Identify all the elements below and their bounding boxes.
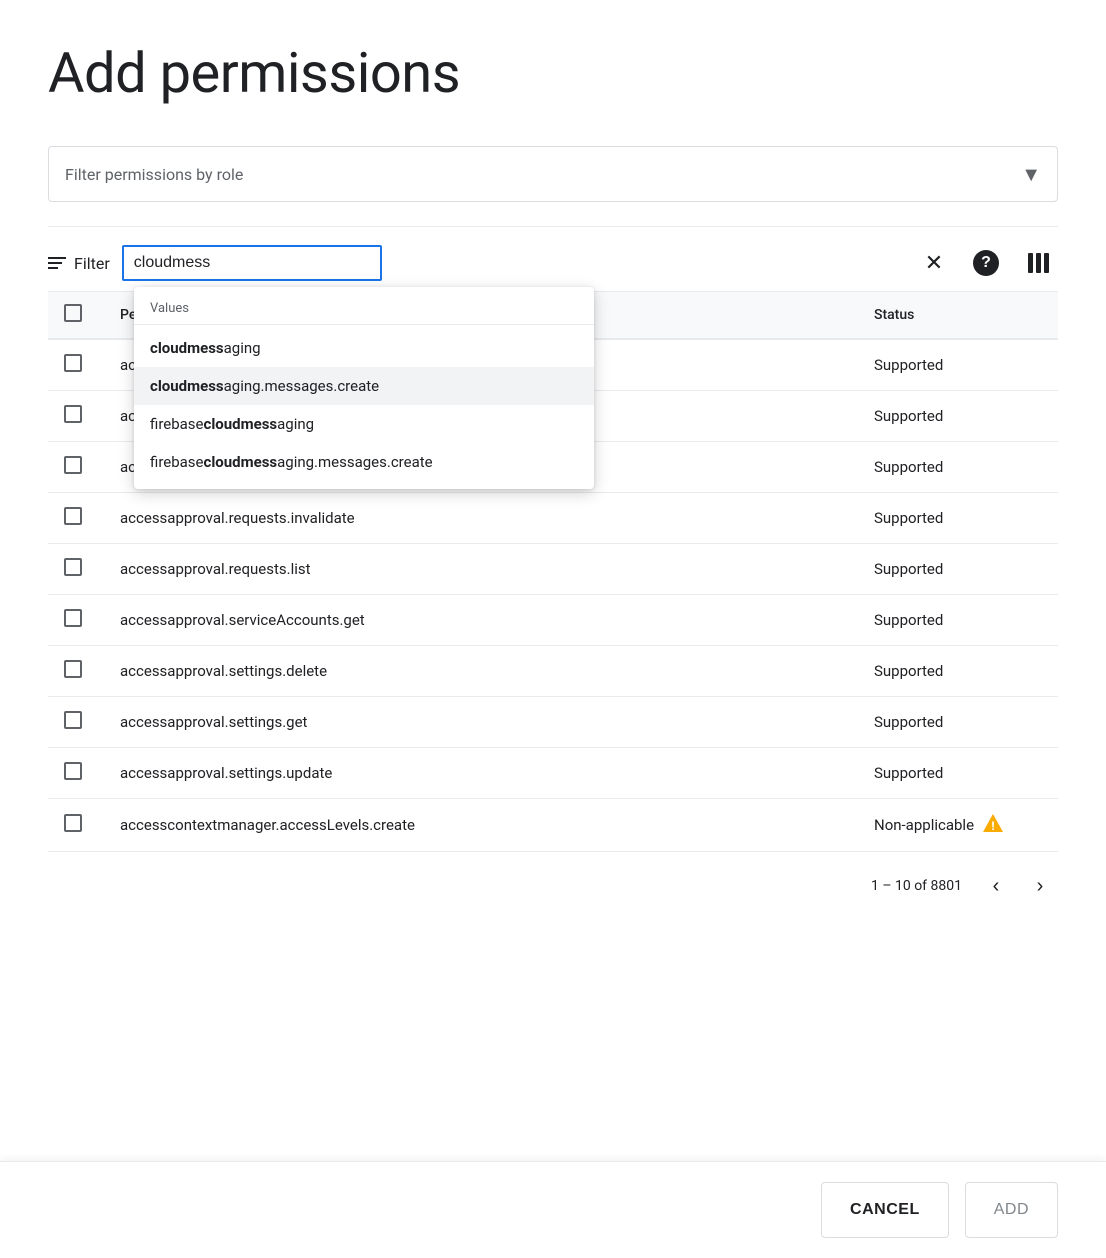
row-checkbox[interactable] bbox=[64, 558, 82, 576]
status-cell: Supported bbox=[858, 544, 1058, 595]
filter-role-dropdown[interactable]: Filter permissions by role ▼ bbox=[48, 146, 1058, 202]
status-cell: Supported bbox=[858, 748, 1058, 799]
table-row: accessapproval.settings.deleteSupported bbox=[48, 646, 1058, 697]
row-checkbox[interactable] bbox=[64, 814, 82, 832]
autocomplete-match-bold: cloudmess bbox=[204, 415, 278, 433]
status-cell: Non-applicable! bbox=[858, 799, 1058, 852]
help-button[interactable]: ? bbox=[966, 243, 1006, 283]
row-checkbox[interactable] bbox=[64, 609, 82, 627]
autocomplete-pre: firebase bbox=[150, 453, 204, 471]
row-checkbox-cell[interactable] bbox=[48, 646, 104, 697]
row-checkbox-cell[interactable] bbox=[48, 748, 104, 799]
page-title: Add permissions bbox=[48, 40, 1058, 106]
filter-label: Filter bbox=[74, 254, 110, 273]
table-row: accesscontextmanager.accessLevels.create… bbox=[48, 799, 1058, 852]
permission-cell: accessapproval.requests.invalidate bbox=[104, 493, 858, 544]
row-checkbox-cell[interactable] bbox=[48, 697, 104, 748]
help-icon: ? bbox=[973, 250, 999, 276]
pagination-next-button[interactable]: › bbox=[1022, 868, 1058, 904]
bottom-action-bar: CANCEL ADD bbox=[0, 1161, 1106, 1258]
permission-cell: accessapproval.requests.list bbox=[104, 544, 858, 595]
autocomplete-dropdown: Values cloudmessaging cloudmessaging.mes… bbox=[134, 287, 594, 489]
row-checkbox-cell[interactable] bbox=[48, 544, 104, 595]
row-checkbox[interactable] bbox=[64, 405, 82, 423]
filter-input[interactable] bbox=[122, 245, 382, 281]
autocomplete-match-rest: aging.messages.create bbox=[277, 453, 433, 471]
autocomplete-match-bold: cloudmess bbox=[150, 377, 224, 395]
table-row: accessapproval.settings.updateSupported bbox=[48, 748, 1058, 799]
columns-icon bbox=[1028, 253, 1049, 273]
status-cell: Supported bbox=[858, 339, 1058, 391]
row-checkbox[interactable] bbox=[64, 507, 82, 525]
row-checkbox-cell[interactable] bbox=[48, 391, 104, 442]
filter-lines-icon bbox=[48, 257, 66, 269]
divider bbox=[48, 226, 1058, 227]
autocomplete-match-rest: aging.messages.create bbox=[224, 377, 380, 395]
warning-icon: ! bbox=[982, 813, 1004, 837]
row-checkbox-cell[interactable] bbox=[48, 339, 104, 391]
autocomplete-match-bold: cloudmess bbox=[150, 339, 224, 357]
clear-filter-button[interactable]: ✕ bbox=[914, 243, 954, 283]
permission-cell: accessapproval.settings.update bbox=[104, 748, 858, 799]
close-icon: ✕ bbox=[925, 250, 943, 276]
row-checkbox[interactable] bbox=[64, 456, 82, 474]
pagination-prev-button[interactable]: ‹ bbox=[978, 868, 1014, 904]
status-cell: Supported bbox=[858, 493, 1058, 544]
permission-cell: accesscontextmanager.accessLevels.create bbox=[104, 799, 858, 852]
pagination-row: 1 – 10 of 8801 ‹ › bbox=[48, 852, 1058, 920]
status-text: Non-applicable bbox=[874, 816, 974, 834]
pagination-text: 1 – 10 of 8801 bbox=[871, 878, 962, 894]
filter-toolbar: Filter ✕ ? Values cloudmessaging cloudme… bbox=[48, 243, 1058, 283]
svg-text:!: ! bbox=[991, 819, 994, 833]
status-header: Status bbox=[858, 292, 1058, 340]
status-cell: Supported bbox=[858, 391, 1058, 442]
row-checkbox-cell[interactable] bbox=[48, 595, 104, 646]
row-checkbox[interactable] bbox=[64, 660, 82, 678]
row-checkbox-cell[interactable] bbox=[48, 442, 104, 493]
row-checkbox[interactable] bbox=[64, 711, 82, 729]
status-cell: Supported bbox=[858, 442, 1058, 493]
row-checkbox[interactable] bbox=[64, 354, 82, 372]
permission-cell: accessapproval.serviceAccounts.get bbox=[104, 595, 858, 646]
autocomplete-pre: firebase bbox=[150, 415, 204, 433]
autocomplete-match-rest: aging bbox=[277, 415, 314, 433]
chevron-down-icon: ▼ bbox=[1021, 162, 1041, 187]
permission-cell: accessapproval.settings.get bbox=[104, 697, 858, 748]
table-row: accessapproval.serviceAccounts.getSuppor… bbox=[48, 595, 1058, 646]
permission-cell: accessapproval.settings.delete bbox=[104, 646, 858, 697]
table-row: accessapproval.requests.listSupported bbox=[48, 544, 1058, 595]
autocomplete-item[interactable]: cloudmessaging bbox=[134, 329, 594, 367]
filter-role-placeholder: Filter permissions by role bbox=[65, 165, 243, 184]
table-row: accessapproval.requests.invalidateSuppor… bbox=[48, 493, 1058, 544]
autocomplete-item[interactable]: cloudmessaging.messages.create bbox=[134, 367, 594, 405]
status-cell: Supported bbox=[858, 595, 1058, 646]
autocomplete-match-bold: cloudmess bbox=[204, 453, 278, 471]
autocomplete-header: Values bbox=[134, 295, 594, 325]
autocomplete-item[interactable]: firebasecloudmessaging bbox=[134, 405, 594, 443]
cancel-button[interactable]: CANCEL bbox=[821, 1182, 949, 1238]
columns-button[interactable] bbox=[1018, 243, 1058, 283]
autocomplete-match-rest: aging bbox=[224, 339, 261, 357]
row-checkbox-cell[interactable] bbox=[48, 799, 104, 852]
autocomplete-item[interactable]: firebasecloudmessaging.messages.create bbox=[134, 443, 594, 481]
select-all-header[interactable] bbox=[48, 292, 104, 340]
row-checkbox-cell[interactable] bbox=[48, 493, 104, 544]
row-checkbox[interactable] bbox=[64, 762, 82, 780]
status-cell: Supported bbox=[858, 646, 1058, 697]
select-all-checkbox[interactable] bbox=[64, 304, 82, 322]
filter-icon-label: Filter bbox=[48, 254, 110, 273]
status-cell: Supported bbox=[858, 697, 1058, 748]
add-button[interactable]: ADD bbox=[965, 1182, 1058, 1238]
table-row: accessapproval.settings.getSupported bbox=[48, 697, 1058, 748]
